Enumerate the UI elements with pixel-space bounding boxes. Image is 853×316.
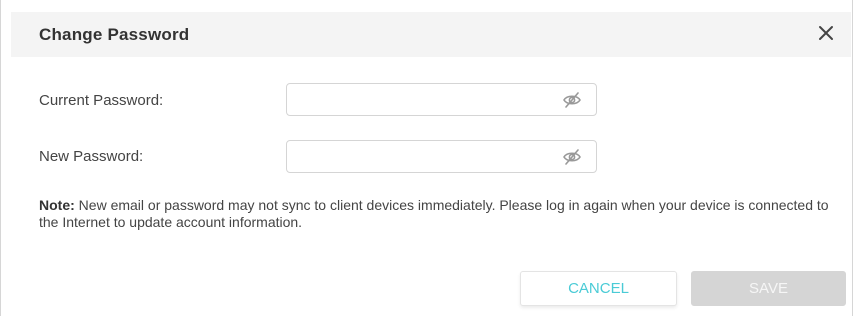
close-icon[interactable] — [815, 22, 837, 44]
save-button[interactable]: SAVE — [691, 271, 846, 306]
note-prefix: Note: — [39, 197, 75, 213]
dialog-header: Change Password — [11, 12, 851, 57]
current-password-field-box — [286, 83, 597, 116]
note-body: New email or password may not sync to cl… — [39, 197, 829, 230]
dialog-title: Change Password — [39, 25, 190, 44]
eye-slash-icon[interactable] — [562, 149, 582, 165]
eye-slash-icon[interactable] — [562, 92, 582, 108]
new-password-label: New Password: — [39, 148, 144, 165]
current-password-input[interactable] — [295, 88, 549, 113]
new-password-input[interactable] — [295, 145, 549, 170]
change-password-dialog: Change Password Current Password: New Pa… — [0, 0, 853, 316]
note-text: Note: New email or password may not sync… — [39, 197, 839, 231]
current-password-label: Current Password: — [39, 92, 164, 109]
cancel-button[interactable]: CANCEL — [520, 271, 677, 306]
new-password-field-box — [286, 140, 597, 173]
